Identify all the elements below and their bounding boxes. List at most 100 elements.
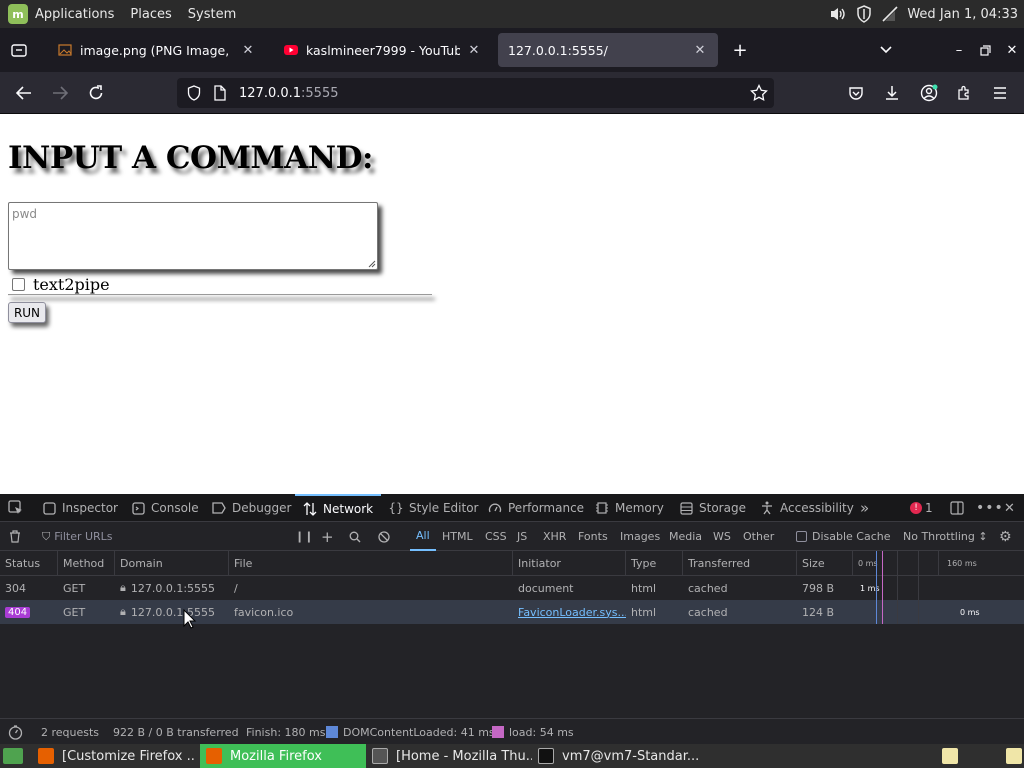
tab-memory[interactable]: Memory (595, 494, 664, 522)
col-status[interactable]: Status (0, 551, 58, 576)
request-initiator[interactable]: FaviconLoader.sys.... (513, 600, 626, 624)
shield-icon[interactable] (855, 5, 873, 23)
table-row[interactable]: 404 GET 🔒︎ 127.0.0.1:5555 favicon.ico Fav… (0, 600, 1024, 624)
initiator-link[interactable]: FaviconLoader.sys.... (518, 606, 626, 619)
devtools-tabbar: Inspector Console Debugger Network {} Sty… (0, 494, 1024, 522)
forward-arrow-icon[interactable] (48, 81, 72, 105)
tab-performance[interactable]: Performance (488, 494, 584, 522)
close-window-icon[interactable]: ✕ (1003, 40, 1021, 60)
notes-applet-icon[interactable] (936, 744, 960, 768)
table-row[interactable]: 304 GET 🔒︎ 127.0.0.1:5555 / document html… (0, 576, 1024, 600)
col-size[interactable]: Size (797, 551, 853, 576)
add-request-icon[interactable]: + (321, 522, 334, 551)
tab-network[interactable]: Network (295, 494, 382, 522)
filter-urls-input[interactable]: ⛉ Filter URLs (42, 522, 113, 551)
tab-style-editor[interactable]: {} Style Editor (388, 494, 478, 522)
restore-window-icon[interactable] (976, 40, 994, 60)
request-file: / (234, 581, 238, 595)
tracking-shield-icon[interactable] (187, 85, 201, 104)
show-desktop-icon[interactable] (0, 744, 26, 768)
filter-ws[interactable]: WS (713, 522, 731, 551)
close-devtools-icon[interactable]: ✕ (1004, 494, 1015, 522)
col-domain[interactable]: Domain (115, 551, 229, 576)
col-type[interactable]: Type (626, 551, 683, 576)
tab-console[interactable]: Console (131, 494, 199, 522)
filter-images[interactable]: Images (620, 522, 660, 551)
extensions-icon[interactable] (952, 81, 976, 105)
filter-css[interactable]: CSS (485, 522, 507, 551)
filter-html[interactable]: HTML (442, 522, 473, 551)
filter-all[interactable]: All (410, 522, 436, 551)
search-icon[interactable] (349, 522, 361, 551)
workspace-switcher-icon[interactable] (1000, 744, 1024, 768)
account-icon[interactable] (917, 81, 941, 105)
filter-other[interactable]: Other (743, 522, 774, 551)
col-file[interactable]: File (229, 551, 513, 576)
text2pipe-option[interactable]: text2pipe (12, 275, 110, 294)
back-arrow-icon[interactable] (12, 81, 36, 105)
filter-js[interactable]: JS (517, 522, 527, 551)
minimize-window-icon[interactable]: – (950, 40, 968, 60)
disable-cache-checkbox[interactable] (796, 531, 807, 542)
more-tools-chevron-icon[interactable]: » (860, 494, 869, 522)
text2pipe-label[interactable]: text2pipe (33, 275, 110, 294)
tab-inspector[interactable]: Inspector (42, 494, 118, 522)
page-info-icon[interactable] (213, 85, 226, 104)
bookmark-star-icon[interactable] (750, 83, 768, 105)
resize-grip-icon[interactable] (366, 258, 376, 268)
url-text[interactable]: 127.0.0.1:5555 (239, 86, 339, 101)
taskbar-item-thunderbird[interactable]: [Home - Mozilla Thu... (366, 744, 532, 768)
dock-side-icon[interactable] (950, 494, 964, 522)
tab-youtube[interactable]: kaslmineer7999 - YouTube ✕ (274, 33, 492, 67)
close-tab-icon[interactable]: ✕ (240, 43, 256, 58)
close-tab-icon[interactable]: ✕ (466, 43, 482, 58)
pause-icon[interactable]: ❙❙ (295, 522, 313, 551)
taskbar-item-customize-firefox[interactable]: [Customize Firefox ... (32, 744, 196, 768)
applications-menu[interactable]: Applications (35, 7, 114, 22)
filter-fonts[interactable]: Fonts (578, 522, 608, 551)
request-size: 798 B (802, 581, 835, 595)
mint-menu-icon[interactable]: m (8, 4, 28, 24)
error-count[interactable]: ! 1 (910, 494, 933, 522)
col-method[interactable]: Method (58, 551, 115, 576)
pocket-icon[interactable] (844, 81, 868, 105)
close-tab-icon[interactable]: ✕ (692, 43, 708, 58)
filter-xhr[interactable]: XHR (543, 522, 566, 551)
network-disconnected-icon[interactable] (881, 5, 899, 23)
text2pipe-checkbox[interactable] (12, 278, 25, 291)
element-picker-icon[interactable] (8, 494, 24, 522)
mouse-cursor-icon (183, 609, 197, 629)
throttling-select[interactable]: No Throttling ↕ (903, 522, 988, 551)
taskbar-item-mozilla-firefox[interactable]: Mozilla Firefox (200, 744, 366, 768)
hamburger-menu-icon[interactable] (988, 81, 1012, 105)
tab-storage[interactable]: Storage (679, 494, 746, 522)
volume-icon[interactable] (829, 5, 847, 23)
system-menu[interactable]: System (188, 7, 236, 22)
taskbar-item-terminal[interactable]: vm7@vm7-Standar... (532, 744, 698, 768)
tab-localhost[interactable]: 127.0.0.1:5555/ ✕ (498, 33, 718, 67)
performance-analysis-icon[interactable] (8, 719, 23, 745)
run-button[interactable]: RUN (8, 302, 46, 323)
places-menu[interactable]: Places (130, 7, 171, 22)
clear-requests-trash-icon[interactable] (9, 522, 21, 551)
new-tab-button[interactable]: + (729, 39, 751, 61)
firefox-view-button[interactable] (8, 39, 30, 61)
reload-icon[interactable] (84, 81, 108, 105)
url-bar[interactable]: 127.0.0.1:5555 (177, 78, 774, 108)
col-transferred[interactable]: Transferred (683, 551, 797, 576)
block-requests-icon[interactable] (378, 522, 390, 551)
waterfall-tick-0: 0 ms (853, 551, 939, 576)
tab-accessibility[interactable]: Accessibility (760, 494, 854, 522)
list-all-tabs-icon[interactable] (875, 39, 897, 61)
disable-cache-option[interactable]: Disable Cache (796, 522, 891, 551)
clock[interactable]: Wed Jan 1, 04:33 (907, 7, 1018, 22)
more-options-icon[interactable]: ••• (976, 494, 1004, 522)
tab-label: Console (151, 501, 199, 515)
tab-image-png[interactable]: image.png (PNG Image, 11€ ✕ (48, 33, 266, 67)
tab-debugger[interactable]: Debugger (212, 494, 291, 522)
filter-media[interactable]: Media (669, 522, 702, 551)
downloads-icon[interactable] (880, 81, 904, 105)
col-initiator[interactable]: Initiator (513, 551, 626, 576)
network-settings-gear-icon[interactable]: ⚙ (999, 522, 1012, 551)
command-input[interactable] (8, 202, 378, 270)
